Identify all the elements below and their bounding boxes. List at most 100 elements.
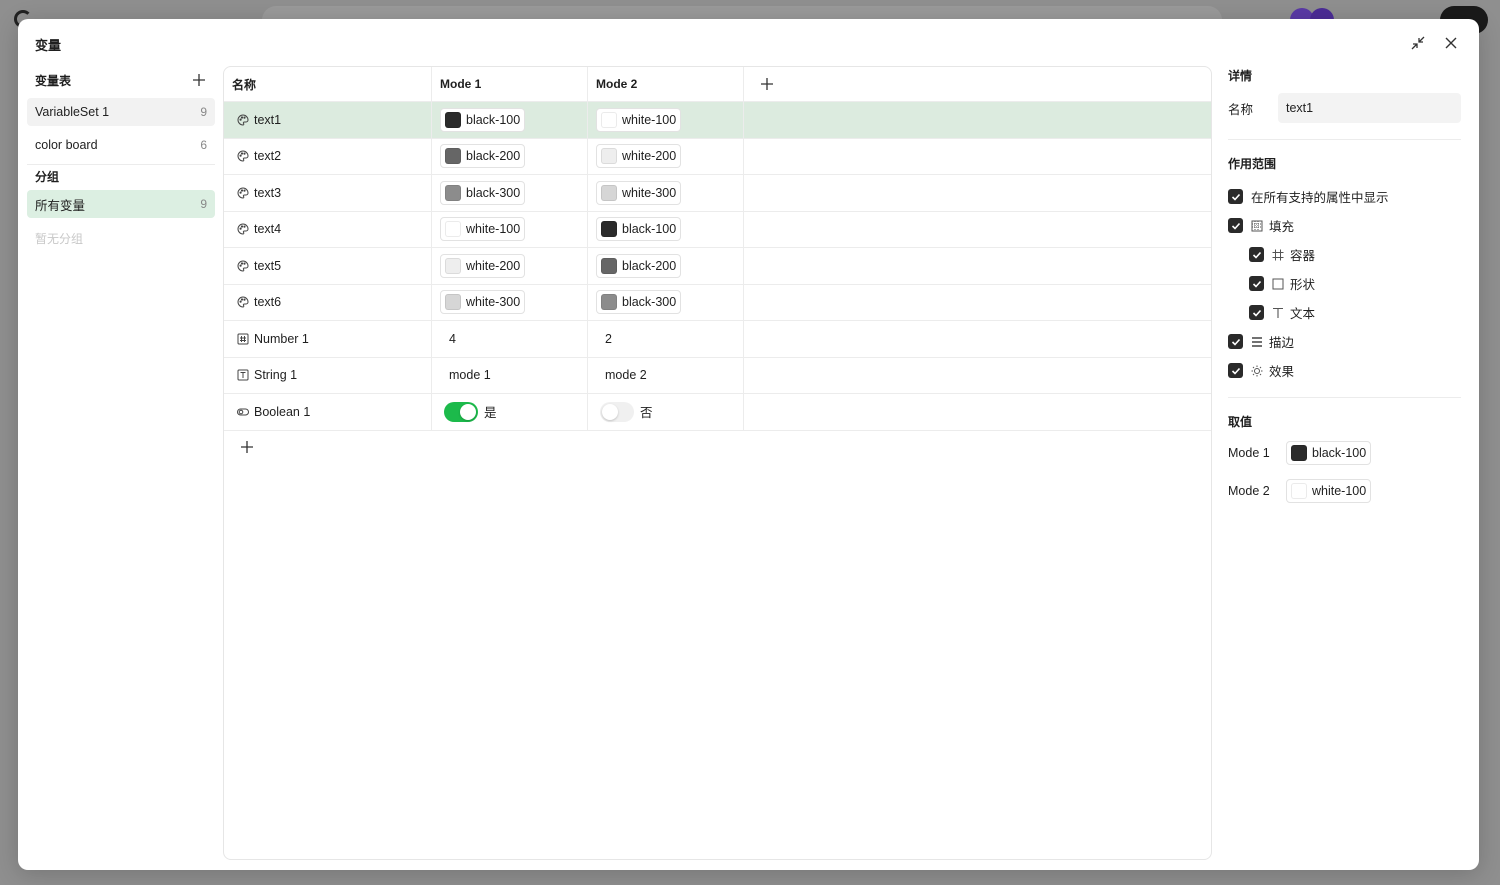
check-icon [1252, 251, 1261, 259]
collapse-button[interactable] [1408, 33, 1428, 53]
mode-1-cell[interactable]: black-100 [432, 102, 588, 138]
mode-1-cell[interactable]: mode 1 [432, 357, 588, 393]
add-mode-button[interactable] [744, 67, 1211, 101]
collapse-icon [1411, 36, 1425, 50]
value-chip[interactable]: black-100 [1286, 441, 1372, 465]
mode-2-cell[interactable]: black-200 [588, 248, 744, 284]
mode-2-cell[interactable]: white-200 [588, 138, 744, 174]
sidebar-item-label: color board [35, 138, 98, 152]
variable-name-cell[interactable]: text2 [224, 138, 432, 174]
color-value-chip[interactable]: black-200 [440, 144, 526, 169]
values-title: 取值 [1228, 415, 1253, 429]
boolean-toggle[interactable] [444, 401, 478, 422]
table-row[interactable]: text5 white-200 black-200 [224, 248, 1211, 285]
variable-name-input[interactable] [1278, 93, 1461, 123]
mode-2-cell[interactable]: mode 2 [588, 357, 744, 393]
table-row[interactable]: String 1 mode 1 mode 2 [224, 357, 1211, 394]
mode-1-cell[interactable]: white-100 [432, 211, 588, 247]
mode-1-cell[interactable]: black-200 [432, 138, 588, 174]
details-title: 详情 [1228, 69, 1253, 83]
boolean-toggle[interactable] [600, 401, 634, 422]
variable-name-cell[interactable]: text5 [224, 248, 432, 284]
add-variable-button[interactable] [224, 431, 1211, 463]
mode-2-cell[interactable]: white-100 [588, 102, 744, 138]
no-groups-text: 暂无分组 [35, 232, 84, 246]
value-chip[interactable]: white-100 [1286, 479, 1372, 503]
color-value-chip[interactable]: white-300 [440, 290, 526, 315]
variable-name-cell[interactable]: Boolean 1 [224, 394, 432, 430]
variable-name-cell[interactable]: text4 [224, 211, 432, 247]
check-icon [1231, 367, 1240, 375]
table-row[interactable]: text1 black-100 white-100 [224, 102, 1211, 139]
mode-1-cell[interactable]: white-300 [432, 284, 588, 320]
variable-value[interactable]: 4 [440, 332, 456, 346]
mode-1-cell[interactable]: white-200 [432, 248, 588, 284]
mode-1-cell[interactable]: 4 [432, 321, 588, 357]
scope-stroke-checkbox[interactable] [1228, 334, 1243, 349]
sidebar-item-all-variables[interactable]: 所有变量 9 [27, 190, 215, 218]
color-swatch [601, 257, 617, 274]
table-row[interactable]: Boolean 1 是 否 [224, 394, 1211, 431]
empty-cell [744, 139, 1211, 175]
sidebar-item-variableset-1[interactable]: VariableSet 1 9 [27, 98, 215, 126]
mode-2-cell[interactable]: 否 [588, 394, 744, 430]
column-header-mode-1[interactable]: Mode 1 [432, 67, 588, 101]
variable-name-cell[interactable]: text6 [224, 284, 432, 320]
scope-all-checkbox[interactable] [1228, 189, 1243, 204]
scope-shape-checkbox[interactable] [1249, 276, 1264, 291]
add-variable-set-button[interactable] [191, 72, 207, 88]
table-row[interactable]: text3 black-300 white-300 [224, 175, 1211, 212]
color-value-chip[interactable]: white-200 [440, 253, 526, 278]
empty-cell [744, 102, 1211, 138]
color-value-chip[interactable]: white-100 [440, 217, 526, 242]
toggle-knob [460, 403, 476, 420]
column-header-mode-2[interactable]: Mode 2 [588, 67, 744, 101]
variable-value[interactable]: 2 [596, 332, 612, 346]
color-value-chip[interactable]: black-300 [440, 180, 526, 205]
scope-container-checkbox[interactable] [1249, 247, 1264, 262]
color-value-chip[interactable]: black-200 [596, 253, 682, 278]
mode-2-cell[interactable]: 2 [588, 321, 744, 357]
sidebar-item-color-board[interactable]: color board 6 [27, 131, 215, 159]
scope-text-checkbox[interactable] [1249, 305, 1264, 320]
table-row[interactable]: text4 white-100 black-100 [224, 211, 1211, 248]
variable-name-cell[interactable]: text1 [224, 102, 432, 138]
mode-1-cell[interactable]: 是 [432, 394, 588, 430]
mode-1-cell[interactable]: black-300 [432, 175, 588, 211]
variable-value[interactable]: mode 2 [596, 368, 647, 382]
color-value-chip[interactable]: black-300 [596, 290, 682, 315]
variable-name-cell[interactable]: String 1 [224, 357, 432, 393]
groups-heading: 分组 [35, 170, 60, 184]
palette-icon [237, 114, 249, 126]
value-mode-label: Mode 2 [1228, 484, 1270, 498]
color-value-chip[interactable]: black-100 [440, 107, 526, 132]
scope-text-label: 文本 [1290, 307, 1316, 321]
sidebar-item-label: VariableSet 1 [35, 105, 110, 119]
variable-name: text3 [254, 185, 282, 200]
mode-2-cell[interactable]: black-300 [588, 284, 744, 320]
table-row[interactable]: text6 white-300 black-300 [224, 284, 1211, 321]
variable-value[interactable]: mode 1 [440, 368, 491, 382]
color-value-chip[interactable]: black-100 [596, 217, 682, 242]
scope-fill-checkbox[interactable] [1228, 218, 1243, 233]
color-swatch [445, 257, 461, 274]
scope-effect-checkbox[interactable] [1228, 363, 1243, 378]
table-row[interactable]: Number 1 4 2 [224, 321, 1211, 358]
check-icon [1252, 280, 1261, 288]
variable-name-cell[interactable]: text3 [224, 175, 432, 211]
scope-all-row: 在所有支持的属性中显示 [1228, 182, 1461, 211]
boolean-label: 是 [484, 406, 497, 421]
value-chip-label: white-100 [1312, 484, 1367, 498]
mode-2-cell[interactable]: black-100 [588, 211, 744, 247]
color-value-chip[interactable]: white-200 [596, 144, 682, 169]
variable-name: Boolean 1 [254, 404, 311, 419]
name-field-row: 名称 [1228, 93, 1461, 123]
variable-name: text5 [254, 258, 282, 273]
variable-name-cell[interactable]: Number 1 [224, 321, 432, 357]
empty-cell [744, 212, 1211, 248]
table-row[interactable]: text2 black-200 white-200 [224, 138, 1211, 175]
close-button[interactable] [1441, 33, 1461, 53]
mode-2-cell[interactable]: white-300 [588, 175, 744, 211]
color-value-chip[interactable]: white-100 [596, 107, 682, 132]
color-value-chip[interactable]: white-300 [596, 180, 682, 205]
